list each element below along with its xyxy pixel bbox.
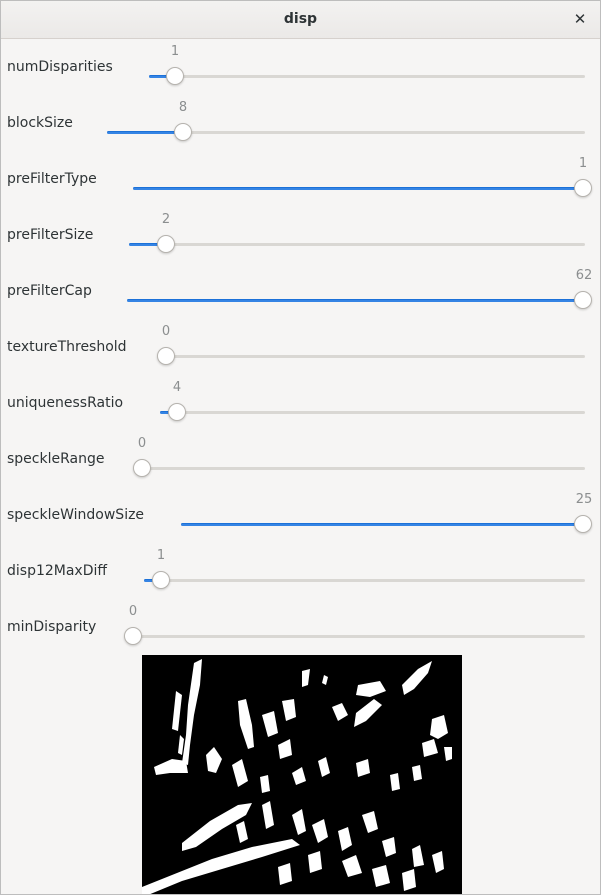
slider-track[interactable] — [129, 243, 585, 246]
slider-track[interactable] — [149, 75, 585, 78]
slider-handle[interactable] — [574, 179, 592, 197]
trackbar-value: 0 — [161, 324, 171, 339]
slider-track[interactable] — [160, 411, 585, 414]
trackbar-value: 1 — [170, 44, 180, 59]
slider-handle[interactable] — [168, 403, 186, 421]
trackbar-uniquenessRatio: uniquenessRatio 4 — [1, 375, 600, 431]
trackbar-label: blockSize — [7, 115, 73, 131]
trackbar-minDisparity: minDisparity 0 — [1, 599, 600, 655]
slider-handle[interactable] — [157, 235, 175, 253]
trackbar-preFilterType: preFilterType 1 — [1, 151, 600, 207]
trackbar-textureThreshold: textureThreshold 0 — [1, 319, 600, 375]
disparity-image — [142, 655, 462, 894]
trackbar-speckleRange: speckleRange 0 — [1, 431, 600, 487]
trackbar-blockSize: blockSize 8 — [1, 95, 600, 151]
trackbar-label: textureThreshold — [7, 339, 127, 355]
trackbar-value: 4 — [172, 380, 182, 395]
slider-fill — [107, 131, 183, 134]
close-icon[interactable]: ✕ — [570, 9, 590, 29]
disp-window: disp ✕ numDisparities 1 blockSize 8 preF… — [0, 0, 601, 895]
trackbar-label: disp12MaxDiff — [7, 563, 108, 579]
slider-handle[interactable] — [574, 515, 592, 533]
trackbar-label: numDisparities — [7, 59, 113, 75]
trackbar-value: 62 — [575, 268, 593, 283]
trackbar-preFilterCap: preFilterCap 62 — [1, 263, 600, 319]
slider-track[interactable] — [133, 635, 585, 638]
trackbar-disp12MaxDiff: disp12MaxDiff 1 — [1, 543, 600, 599]
trackbar-value: 0 — [128, 604, 138, 619]
trackbar-label: speckleRange — [7, 451, 105, 467]
trackbar-value: 0 — [137, 436, 147, 451]
trackbar-label: uniquenessRatio — [7, 395, 124, 411]
slider-handle[interactable] — [157, 347, 175, 365]
trackbar-value: 1 — [156, 548, 166, 563]
disparity-map-graphic — [142, 655, 462, 894]
slider-track[interactable] — [144, 579, 585, 582]
trackbar-value: 8 — [178, 100, 188, 115]
slider-handle[interactable] — [574, 291, 592, 309]
slider-fill — [133, 187, 583, 190]
slider-fill — [127, 299, 583, 302]
slider-handle[interactable] — [174, 123, 192, 141]
trackbar-value: 1 — [578, 156, 588, 171]
trackbar-label: preFilterCap — [7, 283, 92, 299]
trackbar-value: 2 — [161, 212, 171, 227]
trackbar-preFilterSize: preFilterSize 2 — [1, 207, 600, 263]
slider-fill — [181, 523, 583, 526]
slider-track[interactable] — [142, 467, 585, 470]
slider-handle[interactable] — [152, 571, 170, 589]
slider-handle[interactable] — [133, 459, 151, 477]
trackbar-label: preFilterSize — [7, 227, 94, 243]
trackbar-speckleWindowSize: speckleWindowSize 25 — [1, 487, 600, 543]
window-title: disp — [283, 11, 318, 27]
titlebar[interactable]: disp ✕ — [1, 1, 600, 39]
slider-handle[interactable] — [166, 67, 184, 85]
trackbar-numDisparities: numDisparities 1 — [1, 39, 600, 95]
trackbar-label: minDisparity — [7, 619, 97, 635]
trackbar-label: preFilterType — [7, 171, 97, 187]
trackbar-value: 25 — [575, 492, 593, 507]
slider-track[interactable] — [166, 355, 585, 358]
trackbar-label: speckleWindowSize — [7, 507, 145, 523]
slider-handle[interactable] — [124, 627, 142, 645]
